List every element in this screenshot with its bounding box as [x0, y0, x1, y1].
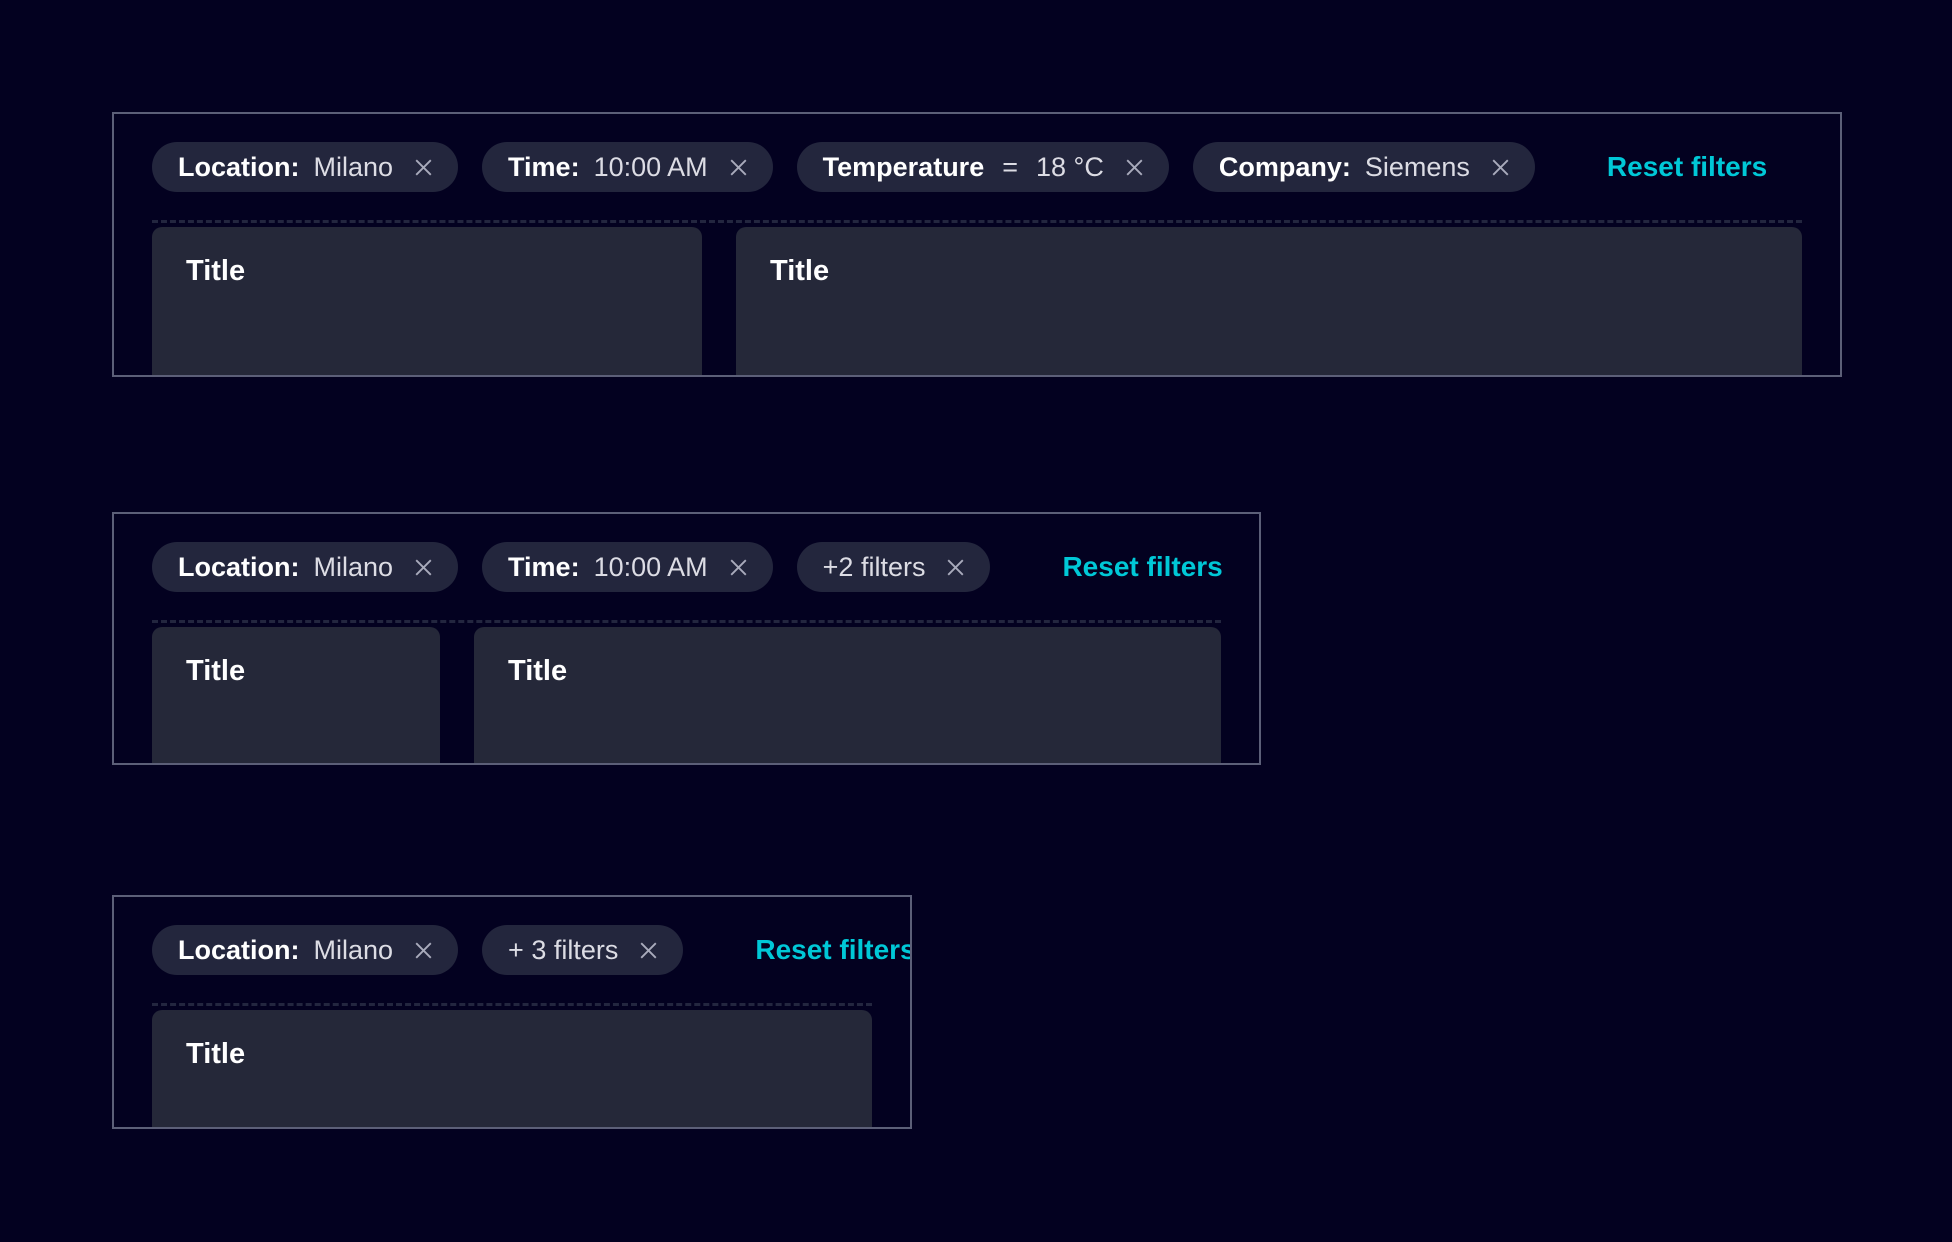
content-card: Title: [152, 1010, 872, 1129]
filter-chip-time[interactable]: Time: 10:00 AM: [482, 142, 773, 192]
close-icon[interactable]: [411, 555, 436, 580]
close-icon[interactable]: [943, 555, 968, 580]
close-icon[interactable]: [411, 155, 436, 180]
close-icon[interactable]: [726, 555, 751, 580]
cards-row: Title Title: [152, 227, 1802, 377]
filter-bar: Location: Milano Time: 10:00 AM +2 filte…: [152, 542, 1221, 592]
filter-chip-overflow[interactable]: +2 filters: [797, 542, 991, 592]
filter-chip-label: Temperature: [823, 152, 985, 183]
filter-chip-value: +2 filters: [823, 552, 926, 583]
reset-filters-link[interactable]: Reset filters: [1062, 551, 1222, 583]
content-card: Title: [474, 627, 1221, 765]
filter-chip-label: Time:: [508, 552, 580, 583]
content-card: Title: [736, 227, 1802, 377]
filter-chip-value: Milano: [314, 935, 394, 966]
filter-demo-panel-medium: Location: Milano Time: 10:00 AM +2 filte…: [112, 512, 1261, 765]
filter-chip-value: 10:00 AM: [594, 552, 708, 583]
card-title: Title: [152, 1010, 872, 1071]
filter-bar: Location: Milano + 3 filters Reset filte…: [152, 925, 872, 975]
reset-filters-link[interactable]: Reset filters: [755, 934, 912, 966]
close-icon[interactable]: [1122, 155, 1147, 180]
filter-chip-label: Location:: [178, 552, 300, 583]
filter-chip-company[interactable]: Company: Siemens: [1193, 142, 1535, 192]
filter-chip-label: Time:: [508, 152, 580, 183]
card-title: Title: [474, 627, 1221, 688]
filter-chip-time[interactable]: Time: 10:00 AM: [482, 542, 773, 592]
card-title: Title: [152, 227, 702, 288]
filter-chip-value: Milano: [314, 152, 394, 183]
filter-chip-label: Company:: [1219, 152, 1351, 183]
filter-chip-overflow[interactable]: + 3 filters: [482, 925, 683, 975]
filter-demo-panel-wide: Location: Milano Time: 10:00 AM Temperat…: [112, 112, 1842, 377]
filter-demo-panel-narrow: Location: Milano + 3 filters Reset filte…: [112, 895, 912, 1129]
filter-chip-value: + 3 filters: [508, 935, 618, 966]
content-card: Title: [152, 227, 702, 377]
truncation-dashes: [152, 620, 1221, 623]
card-title: Title: [736, 227, 1802, 288]
close-icon[interactable]: [1488, 155, 1513, 180]
content-card: Title: [152, 627, 440, 765]
filter-bar: Location: Milano Time: 10:00 AM Temperat…: [152, 142, 1802, 192]
filter-chip-value: Milano: [314, 552, 394, 583]
truncation-dashes: [152, 1003, 872, 1006]
truncation-dashes: [152, 220, 1802, 223]
cards-row: Title: [152, 1010, 872, 1129]
filter-chip-label: Location:: [178, 935, 300, 966]
close-icon[interactable]: [411, 938, 436, 963]
filter-chip-value: Siemens: [1365, 152, 1470, 183]
close-icon[interactable]: [726, 155, 751, 180]
cards-row: Title Title: [152, 627, 1221, 765]
card-title: Title: [152, 627, 440, 688]
filter-chip-operator: =: [1002, 152, 1018, 183]
close-icon[interactable]: [636, 938, 661, 963]
filter-chip-location[interactable]: Location: Milano: [152, 925, 458, 975]
reset-filters-link[interactable]: Reset filters: [1607, 151, 1767, 183]
filter-chip-value: 18 °C: [1036, 152, 1104, 183]
filter-chip-label: Location:: [178, 152, 300, 183]
filter-chip-temperature[interactable]: Temperature = 18 °C: [797, 142, 1169, 192]
filter-chip-location[interactable]: Location: Milano: [152, 142, 458, 192]
filter-chip-location[interactable]: Location: Milano: [152, 542, 458, 592]
filter-chip-value: 10:00 AM: [594, 152, 708, 183]
